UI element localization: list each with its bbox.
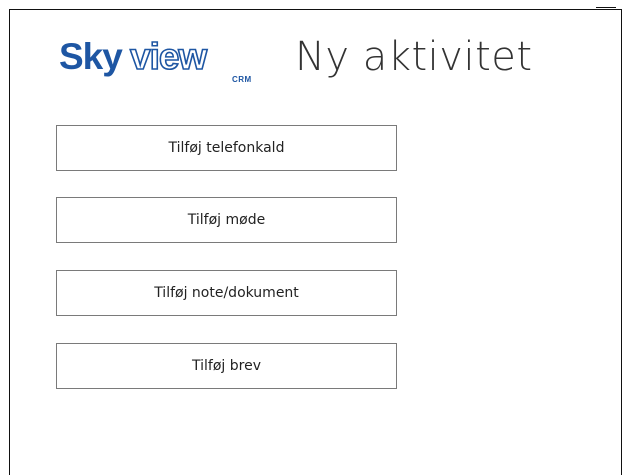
add-phone-call-button[interactable]: Tilføj telefonkald (56, 125, 397, 171)
logo-text-sky: Sky (59, 36, 123, 77)
logo-text-crm: CRM (232, 75, 252, 84)
add-letter-button[interactable]: Tilføj brev (56, 343, 397, 389)
new-activity-dialog: Sky view CRM Ny aktivitet Tilføj telefon… (9, 9, 622, 475)
skyview-crm-logo: Sky view CRM (57, 30, 257, 90)
window-edge (596, 7, 616, 8)
add-note-document-button[interactable]: Tilføj note/dokument (56, 270, 397, 316)
add-meeting-button[interactable]: Tilføj møde (56, 197, 397, 243)
dialog-header: Sky view CRM Ny aktivitet (57, 30, 532, 90)
logo-text-view: view (129, 35, 208, 78)
page-title: Ny aktivitet (295, 34, 533, 80)
